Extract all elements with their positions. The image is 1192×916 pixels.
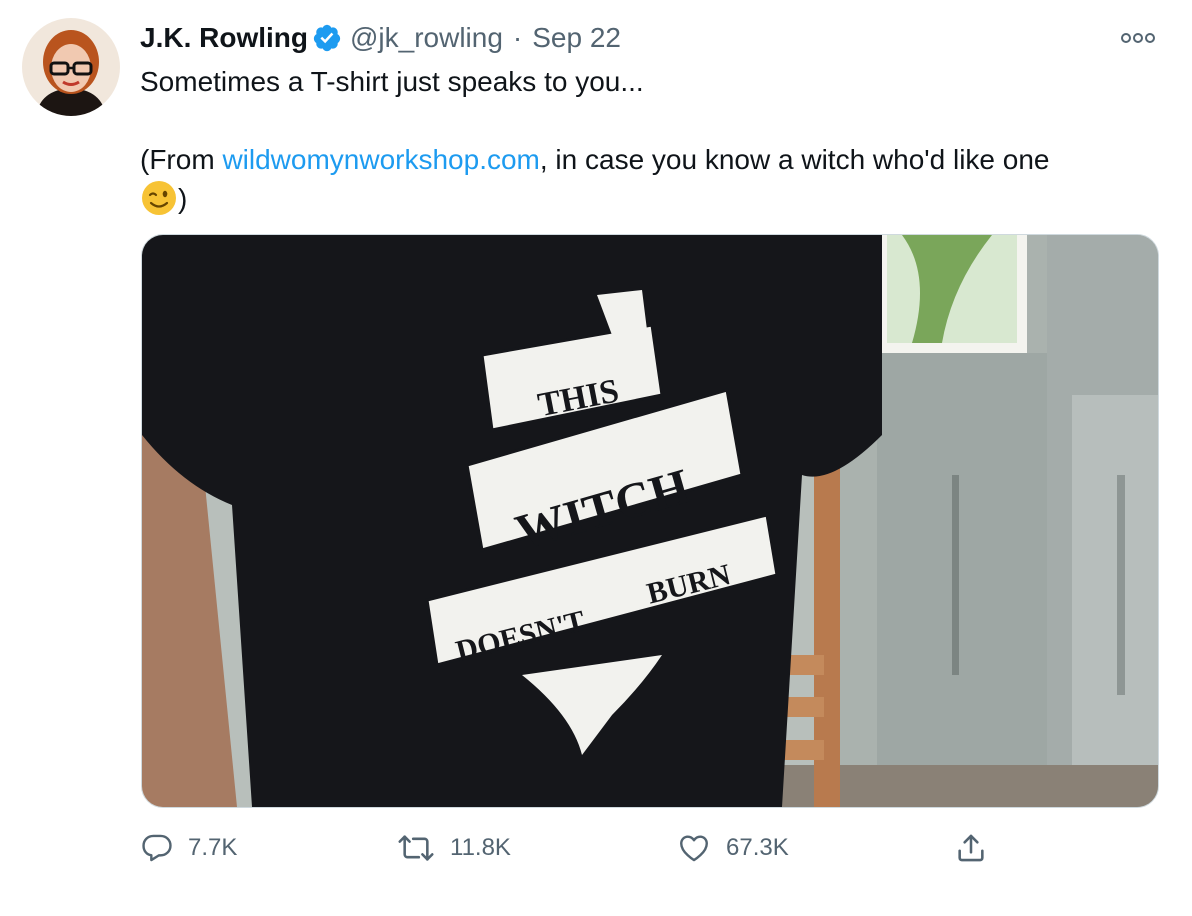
tweet-header: J.K. Rowling @jk_rowling · Sep 22 <box>140 18 621 58</box>
winking-face-emoji-icon <box>140 179 178 217</box>
author-name[interactable]: J.K. Rowling <box>140 22 308 54</box>
like-button[interactable]: 67.3K <box>676 826 789 870</box>
share-button[interactable] <box>954 826 988 870</box>
tweet-text: Sometimes a T-shirt just speaks to you..… <box>140 62 1170 218</box>
retweet-button[interactable]: 11.8K <box>396 826 511 870</box>
like-icon <box>676 831 712 865</box>
retweet-count: 11.8K <box>450 834 511 861</box>
tweet-text-line-2: (From wildwomynworkshop.com, in case you… <box>140 140 1170 179</box>
tweet-text-line-3: ) <box>140 179 1170 218</box>
tweet-text-line-1: Sometimes a T-shirt just speaks to you..… <box>140 66 644 97</box>
text-suffix: , in case you know a witch who'd like on… <box>539 144 1050 175</box>
website-link[interactable]: wildwomynworkshop.com <box>222 144 539 175</box>
reply-count: 7.7K <box>188 834 238 861</box>
text-prefix: (From <box>140 144 223 175</box>
tweet-actions: 7.7K 11.8K 67.3K <box>140 826 1000 870</box>
tweet-date[interactable]: Sep 22 <box>532 22 621 54</box>
share-icon <box>954 831 988 865</box>
tweet-media-photo[interactable]: THIS WITCH DOESN'T BURN <box>141 234 1159 808</box>
retweet-icon <box>396 831 436 865</box>
text-after-emoji: ) <box>178 183 188 214</box>
reply-icon <box>140 831 174 865</box>
avatar-image <box>22 18 120 116</box>
author-handle[interactable]: @jk_rowling <box>350 22 503 54</box>
reply-button[interactable]: 7.7K <box>140 826 237 870</box>
like-count: 67.3K <box>726 834 789 861</box>
tshirt-photo: THIS WITCH DOESN'T BURN <box>142 235 1158 807</box>
avatar[interactable] <box>22 18 120 116</box>
separator-dot: · <box>512 22 523 53</box>
verified-badge-icon <box>312 23 342 53</box>
more-options-icon[interactable] <box>1116 24 1160 52</box>
